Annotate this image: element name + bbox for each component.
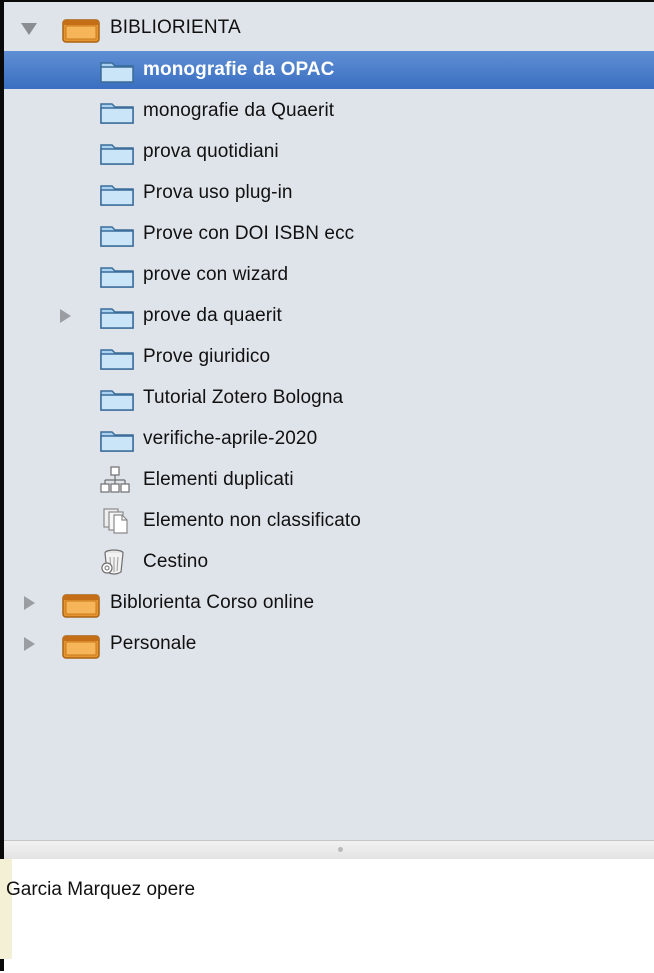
library-label: Biblorienta Corso online [110,592,315,613]
collection-row[interactable]: monografie da Quaerit [4,92,654,130]
library-row[interactable]: Biblorienta Corso online [4,584,654,622]
collection-row[interactable]: verifiche-aprile-2020 [4,420,654,458]
library-icon [62,19,100,43]
collection-label: prova quotidiani [143,141,279,162]
collection-label: prove con wizard [143,264,289,285]
trash-row[interactable]: Cestino [4,543,654,581]
collection-row[interactable]: Tutorial Zotero Bologna [4,379,654,417]
library-icon [62,594,100,618]
expand-triangle-icon[interactable] [24,637,35,651]
collection-label: prove da quaerit [143,305,282,326]
trash-label: Cestino [143,551,209,572]
app-frame: BIBLIORIENTA monografie da OPAC monograf… [0,0,654,973]
collection-row[interactable]: Prove giuridico [4,338,654,376]
library-label: BIBLIORIENTA [110,17,241,38]
folder-icon [100,267,134,288]
duplicates-label: Elementi duplicati [143,469,294,490]
folder-icon [100,62,134,83]
collection-label: monografie da OPAC [143,59,335,80]
collection-row[interactable]: prove con wizard [4,256,654,294]
collection-row[interactable]: Prova uso plug-in [4,174,654,212]
collection-label: Prove con DOI ISBN ecc [143,223,355,244]
collection-label: Prove giuridico [143,346,271,367]
unfiled-label: Elemento non classificato [143,510,361,531]
unfiled-icon [103,508,128,534]
collection-row[interactable]: prova quotidiani [4,133,654,171]
folder-icon [100,308,134,329]
collection-label: Prova uso plug-in [143,182,293,203]
expand-triangle-icon[interactable] [60,309,71,323]
folder-icon [100,431,134,452]
folder-icon [100,390,134,411]
unfiled-row[interactable]: Elemento non classificato [4,502,654,540]
library-row[interactable]: Personale [4,625,654,663]
folder-icon [100,185,134,206]
folder-icon [100,226,134,247]
duplicates-row[interactable]: Elementi duplicati [4,461,654,499]
expand-triangle-icon[interactable] [21,23,37,35]
library-row-biblorienta[interactable]: BIBLIORIENTA [4,9,654,47]
duplicates-icon [100,466,130,493]
trash-icon [101,549,124,575]
collection-label: verifiche-aprile-2020 [143,428,318,449]
expand-triangle-icon[interactable] [24,596,35,610]
collections-pane[interactable]: BIBLIORIENTA monografie da OPAC monograf… [4,2,654,840]
collection-label: Tutorial Zotero Bologna [143,387,344,408]
pane-edge [0,859,12,959]
folder-icon [100,103,134,124]
library-icon [62,635,100,659]
collection-row[interactable]: monografie da OPAC [4,51,654,89]
collection-row[interactable]: prove da quaerit [4,297,654,335]
splitter-grip-icon [338,847,343,852]
pane-splitter[interactable] [4,840,654,860]
notes-pane[interactable]: Garcia Marquez opere [0,859,654,973]
folder-icon [100,144,134,165]
collection-label: monografie da Quaerit [143,100,335,121]
library-label: Personale [110,633,197,654]
notes-text: Garcia Marquez opere [6,879,196,900]
folder-icon [100,349,134,370]
collection-row[interactable]: Prove con DOI ISBN ecc [4,215,654,253]
